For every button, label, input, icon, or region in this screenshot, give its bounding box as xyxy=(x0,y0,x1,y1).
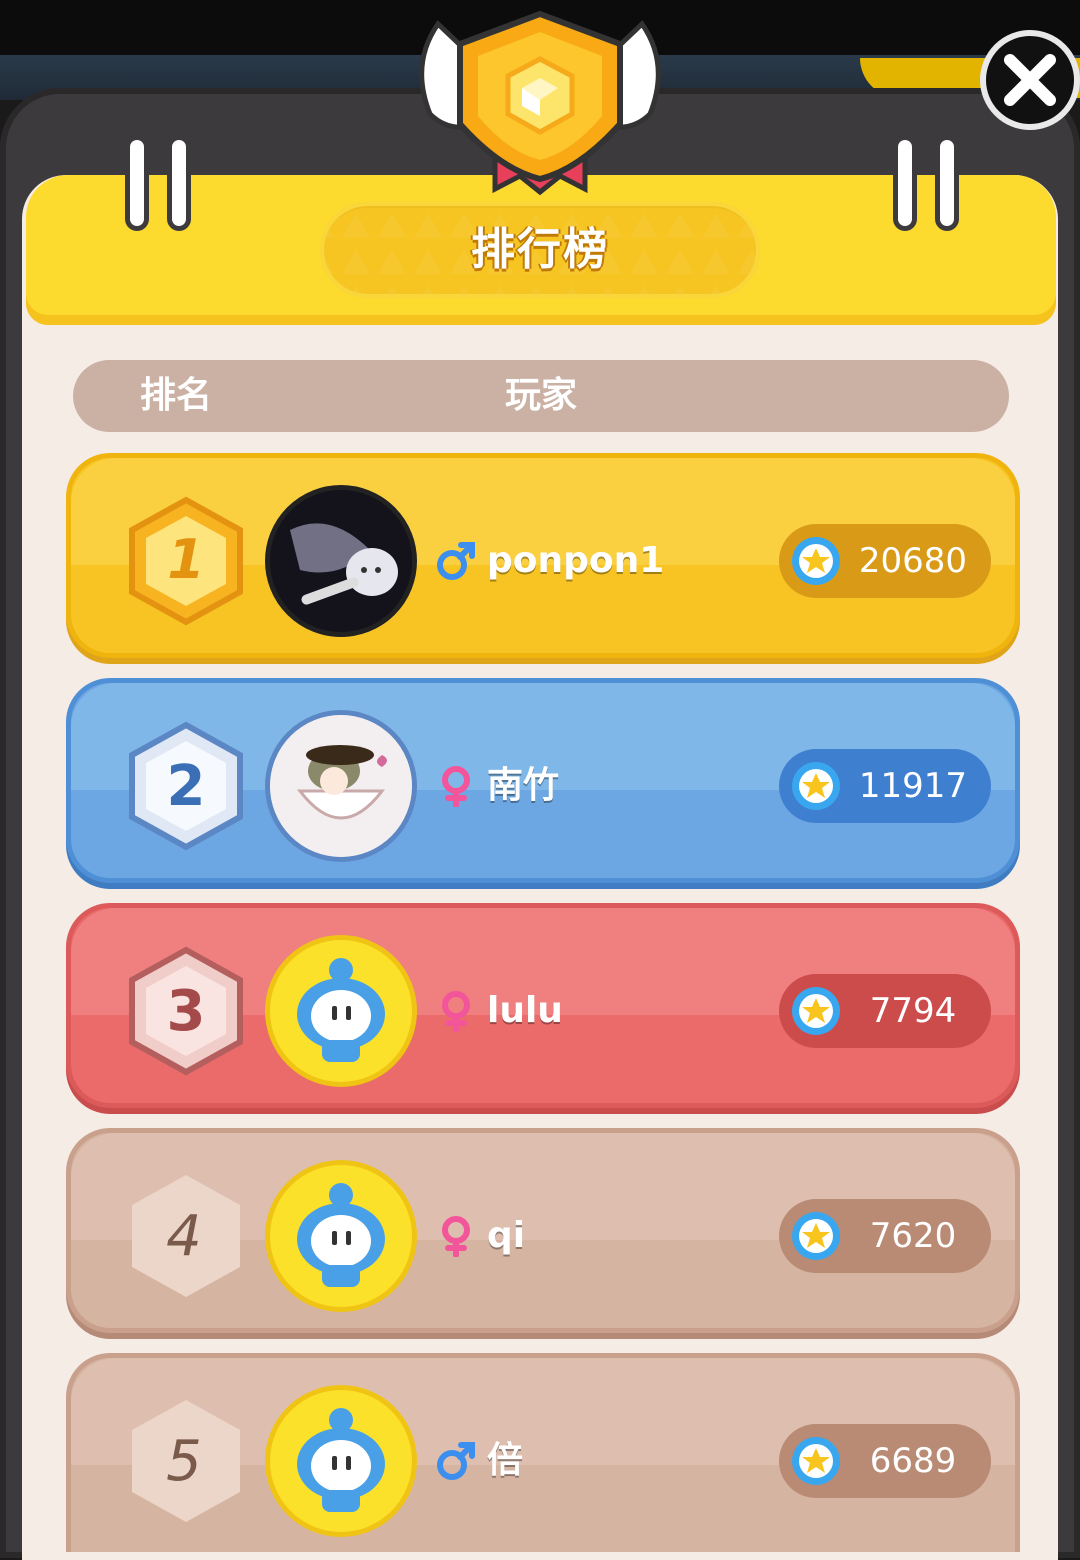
rank-number: 2 xyxy=(167,754,206,819)
female-icon xyxy=(442,766,470,807)
star-coin-icon xyxy=(792,762,840,810)
binder-ring xyxy=(172,140,186,226)
silver-rank-badge-icon: 2 xyxy=(129,721,243,851)
binder-ring xyxy=(940,140,954,226)
leaderboard-row[interactable]: 2 南竹 11917 xyxy=(66,678,1020,883)
score-pill: 11917 xyxy=(779,749,991,823)
bronze-rank-badge-icon: 3 xyxy=(129,946,243,1076)
column-header-rank: 排名 xyxy=(140,375,213,416)
rank-number: 3 xyxy=(167,979,206,1044)
rank-number: 1 xyxy=(167,528,205,591)
page-title: 排行榜 xyxy=(471,224,609,275)
rank-number: 4 xyxy=(166,1204,202,1269)
star-coin-icon xyxy=(792,1212,840,1260)
teacup-girl-avatar-icon xyxy=(270,715,412,857)
player-avatar[interactable] xyxy=(265,710,417,862)
leaderboard-row[interactable]: 4 qi 7620 xyxy=(66,1128,1020,1333)
female-icon xyxy=(442,1216,470,1257)
male-icon xyxy=(437,542,475,580)
player-avatar[interactable] xyxy=(265,935,417,1087)
leaderboard-row[interactable]: 1 ponpon1 20680 xyxy=(66,453,1020,658)
player-name: ponpon1 xyxy=(487,540,665,581)
player-name: lulu xyxy=(487,990,563,1031)
close-button[interactable] xyxy=(980,30,1080,130)
score-value: 20680 xyxy=(858,541,968,581)
rank-badge-icon: 5 xyxy=(132,1400,240,1522)
score-value: 7620 xyxy=(869,1216,957,1256)
score-pill: 7620 xyxy=(779,1199,991,1273)
leaderboard-row[interactable]: 5 倍 6689 xyxy=(66,1353,1020,1552)
score-value: 11917 xyxy=(858,766,968,806)
mascot-avatar-icon xyxy=(270,1165,412,1307)
score-pill: 7794 xyxy=(779,974,991,1048)
rank-badge-icon: 4 xyxy=(132,1175,240,1297)
female-icon xyxy=(442,991,470,1032)
binder-ring xyxy=(130,140,144,226)
star-coin-icon xyxy=(792,537,840,585)
trophy-badge-icon xyxy=(410,4,670,204)
star-coin-icon xyxy=(792,987,840,1035)
star-coin-icon xyxy=(792,1437,840,1485)
player-avatar[interactable] xyxy=(265,1385,417,1537)
rank-number: 5 xyxy=(166,1429,202,1494)
close-icon xyxy=(1004,54,1056,106)
player-name: qi xyxy=(487,1215,526,1256)
mascot-avatar-icon xyxy=(270,940,412,1082)
mascot-avatar-icon xyxy=(270,1390,412,1532)
binder-ring xyxy=(898,140,912,226)
score-pill: 6689 xyxy=(779,1424,991,1498)
score-value: 7794 xyxy=(869,991,957,1031)
player-name: 倍 xyxy=(487,1440,524,1481)
player-name: 南竹 xyxy=(487,765,560,806)
player-avatar[interactable] xyxy=(265,485,417,637)
ghost-avatar-icon xyxy=(270,490,412,632)
column-header-player: 玩家 xyxy=(505,375,578,416)
player-avatar[interactable] xyxy=(265,1160,417,1312)
male-icon xyxy=(437,1442,475,1480)
leaderboard-row[interactable]: 3 lulu 7794 xyxy=(66,903,1020,1108)
score-pill: 20680 xyxy=(779,524,991,598)
score-value: 6689 xyxy=(869,1441,957,1481)
gold-rank-badge-icon: 1 xyxy=(129,496,243,626)
